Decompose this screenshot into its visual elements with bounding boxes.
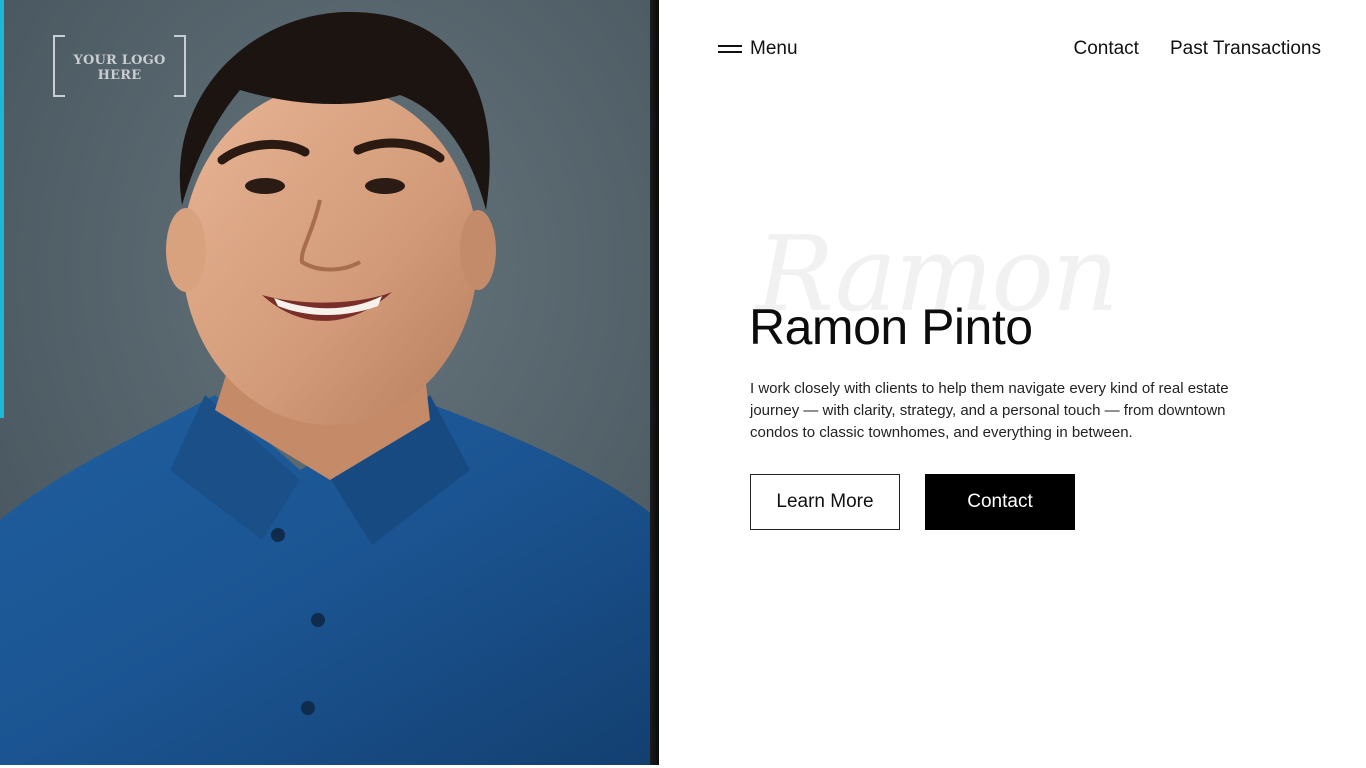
logo-text: YOUR LOGO HERE — [73, 53, 166, 83]
brand-logo[interactable]: YOUR LOGO HERE — [53, 35, 186, 97]
nav-link-past-transactions[interactable]: Past Transactions — [1170, 38, 1321, 60]
menu-label: Menu — [750, 38, 798, 59]
top-nav-links: Contact Past Transactions — [1073, 37, 1321, 61]
photo-edge-shadow — [650, 0, 659, 765]
page-title: Ramon Pinto — [749, 299, 1033, 355]
hero-description: I work closely with clients to help them… — [750, 380, 1229, 441]
portrait-illustration — [0, 0, 659, 765]
learn-more-button[interactable]: Learn More — [750, 474, 900, 530]
contact-button[interactable]: Contact — [925, 474, 1075, 530]
hero-portrait-image: YOUR LOGO HERE — [0, 0, 659, 765]
nav-link-contact[interactable]: Contact — [1073, 38, 1138, 60]
menu-toggle-button[interactable]: Menu — [718, 37, 798, 61]
photo-edge-accent — [0, 0, 4, 418]
hamburger-menu-icon — [718, 45, 742, 53]
